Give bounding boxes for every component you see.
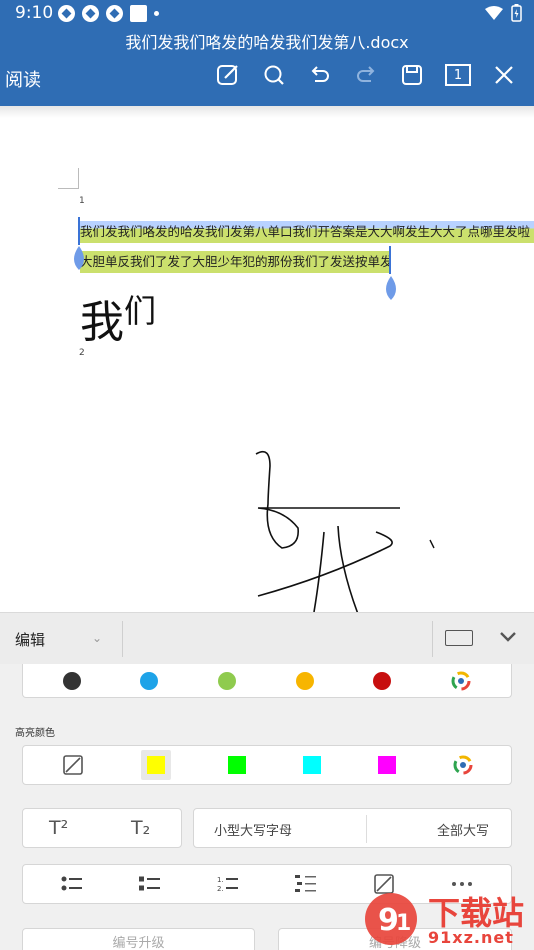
- large-text-run[interactable]: 我们: [80, 286, 156, 350]
- font-color-swatch[interactable]: [295, 671, 314, 690]
- collapse-chevron-icon[interactable]: [498, 627, 518, 647]
- battery-icon: [511, 4, 522, 22]
- mode-bar: 编辑 ⌄: [0, 612, 534, 664]
- margin-corner-mark: [58, 168, 79, 189]
- notification-icons: [58, 5, 159, 22]
- undo-icon[interactable]: [307, 62, 333, 88]
- handwriting-ink-drawing[interactable]: [240, 436, 440, 612]
- svg-text:1.: 1.: [217, 876, 224, 884]
- highlight-color-swatch[interactable]: [227, 756, 246, 774]
- keyboard-icon[interactable]: [445, 630, 473, 646]
- chevron-down-icon[interactable]: ⌄: [92, 631, 102, 645]
- app-toolbar: 我们发我们咯发的哈发我们发第八.docx 阅读 1: [0, 26, 534, 106]
- read-mode-button[interactable]: 阅读: [5, 66, 41, 92]
- divider: [122, 621, 123, 657]
- large-char-raised: 们: [124, 292, 157, 330]
- document-title: 我们发我们咯发的哈发我们发第八.docx: [125, 33, 409, 52]
- highlight-color-row: [22, 745, 512, 785]
- font-color-row: [22, 664, 512, 698]
- selection-end-handle[interactable]: [381, 276, 401, 300]
- highlight-color-swatch[interactable]: [146, 756, 165, 774]
- font-color-swatch[interactable]: [373, 671, 392, 690]
- caps-button-group: 小型大写字母 全部大写: [193, 808, 512, 848]
- watermark-logo: 9 1: [365, 893, 417, 945]
- divider: [432, 621, 433, 657]
- bullet-list-icon[interactable]: [61, 875, 83, 893]
- site-watermark: 9 1 下载站 91xz.net: [360, 888, 534, 950]
- paragraph-number: 2: [79, 348, 85, 358]
- selected-highlight-swatch[interactable]: [140, 750, 171, 780]
- document-canvas[interactable]: 1 我们发我们咯发的哈发我们发第八单口我们开答案是大大啊发生大大了点哪里发啦 大…: [0, 106, 534, 612]
- paragraph-number: 1: [79, 196, 85, 206]
- numbered-list-icon[interactable]: 1.2.: [217, 875, 239, 893]
- close-icon[interactable]: [491, 62, 517, 88]
- more-icon[interactable]: [451, 880, 473, 888]
- script-button-group: T² T₂: [22, 808, 182, 848]
- selection-start-caret: [78, 217, 80, 245]
- page-count-button[interactable]: 1: [445, 62, 471, 88]
- selected-text-line[interactable]: 我们发我们咯发的哈发我们发第八单口我们开答案是大大啊发生大大了点哪里发啦: [80, 221, 534, 243]
- multilevel-list-icon[interactable]: [295, 874, 317, 894]
- search-icon[interactable]: [261, 62, 287, 88]
- square-bullet-list-icon[interactable]: [139, 875, 161, 893]
- font-color-swatch[interactable]: [218, 671, 237, 690]
- subscript-button[interactable]: T₂: [131, 817, 150, 839]
- svg-text:2.: 2.: [217, 885, 224, 893]
- font-color-swatch[interactable]: [140, 671, 159, 690]
- color-picker-icon[interactable]: [453, 755, 473, 775]
- highlight-color-label: 高亮颜色: [15, 728, 55, 739]
- color-picker-icon[interactable]: [451, 671, 471, 691]
- small-caps-button[interactable]: 小型大写字母: [214, 820, 292, 839]
- mode-selector[interactable]: 编辑: [15, 629, 45, 650]
- all-caps-button[interactable]: 全部大写: [437, 820, 489, 839]
- edit-icon[interactable]: [215, 62, 241, 88]
- superscript-button[interactable]: T²: [49, 817, 68, 839]
- no-highlight-icon[interactable]: [62, 754, 84, 776]
- status-bar: 9:10: [0, 0, 534, 26]
- numbering-promote-button[interactable]: 编号升级: [22, 928, 255, 950]
- svg-text:1: 1: [396, 911, 411, 936]
- selection-end-caret: [389, 246, 391, 274]
- selected-text-line[interactable]: 大胆单反我们了发了大胆少年犯的那份我们了发送按单发: [80, 251, 391, 273]
- page-shadow: [0, 106, 534, 118]
- more-notifications-icon: [154, 11, 159, 16]
- watermark-url: 91xz.net: [428, 928, 514, 947]
- divider: [366, 815, 367, 843]
- selection-start-handle[interactable]: [69, 246, 89, 270]
- notification-icon: [58, 5, 75, 22]
- redo-icon[interactable]: [353, 62, 379, 88]
- font-color-swatch[interactable]: [62, 671, 81, 690]
- page-count: 1: [445, 64, 471, 86]
- notification-square-icon: [130, 5, 147, 22]
- status-time: 9:10: [15, 3, 54, 23]
- highlight-color-swatch[interactable]: [377, 756, 396, 774]
- notification-icon: [106, 5, 123, 22]
- wifi-icon: [485, 6, 503, 20]
- screen: { "status": { "time": "9:10" }, "titleba…: [0, 0, 534, 950]
- save-icon[interactable]: [399, 62, 425, 88]
- highlight-color-swatch[interactable]: [302, 756, 321, 774]
- notification-icon: [82, 5, 99, 22]
- large-char: 我: [80, 297, 124, 348]
